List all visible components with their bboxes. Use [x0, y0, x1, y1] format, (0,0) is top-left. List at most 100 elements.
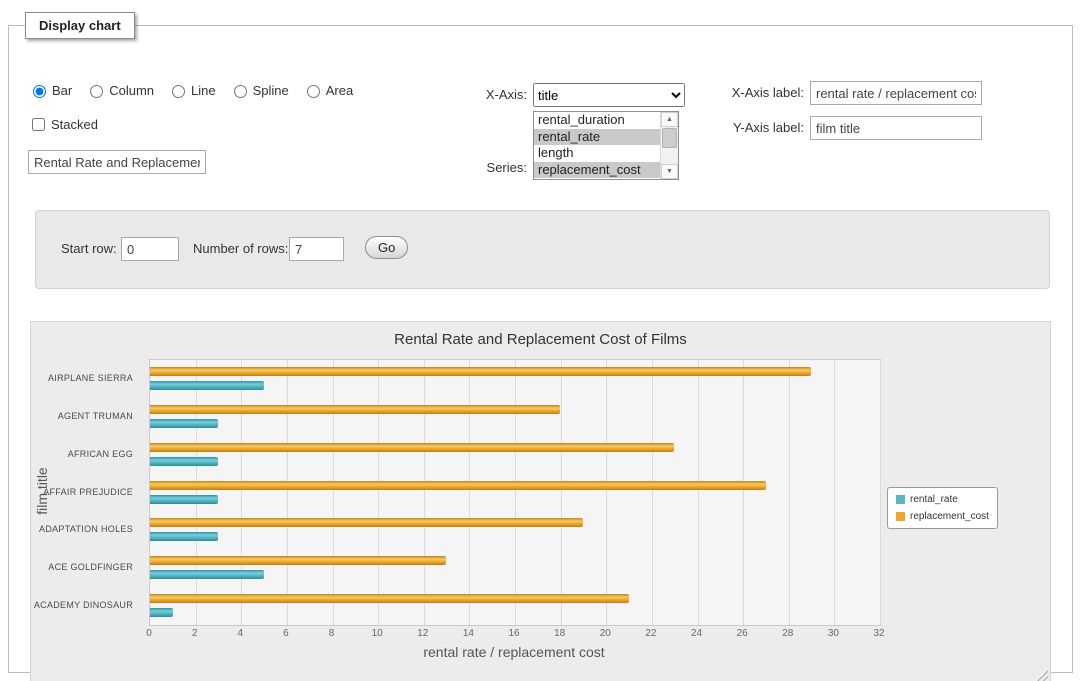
panel-legend: Display chart — [25, 12, 135, 39]
legend-item-rental_rate[interactable]: rental_rate — [896, 494, 989, 505]
stacked-label: Stacked — [51, 117, 98, 132]
chart-type-radio-column[interactable] — [90, 85, 103, 98]
scrollbar-thumb[interactable] — [662, 128, 677, 148]
x-axis-select[interactable]: title — [533, 83, 685, 107]
x-tick-label: 16 — [508, 628, 519, 639]
chart-type-label: Line — [191, 83, 216, 98]
gridline — [561, 360, 562, 625]
bar-replacement_cost[interactable] — [150, 556, 446, 565]
bar-rental_rate[interactable] — [150, 570, 264, 579]
category-label: AIRPLANE SIERRA — [31, 373, 133, 383]
x-tick-label: 28 — [782, 628, 793, 639]
chart-type-label: Area — [326, 83, 353, 98]
series-scrollbar[interactable]: ▲ ▼ — [660, 112, 678, 179]
x-tick-label: 18 — [554, 628, 565, 639]
x-tick-label: 32 — [873, 628, 884, 639]
gridline — [834, 360, 835, 625]
rows-panel: Start row: Number of rows: Go — [35, 210, 1050, 289]
chart-type-radio-line[interactable] — [172, 85, 185, 98]
legend-swatch — [896, 512, 905, 521]
bar-replacement_cost[interactable] — [150, 594, 629, 603]
x-axis-title: rental rate / replacement cost — [149, 644, 879, 660]
chart-type-group: Bar Column Line Spline Area — [28, 82, 353, 98]
chart-type-column[interactable]: Column — [85, 82, 154, 98]
x-axis-label-input[interactable] — [810, 81, 982, 105]
chart-title: Rental Rate and Replacement Cost of Film… — [31, 331, 1050, 348]
display-chart-panel: Display chart Bar Column Line Spline Area St… — [8, 12, 1073, 673]
series-label: Series: — [429, 156, 527, 180]
x-tick-label: 20 — [600, 628, 611, 639]
gridline — [196, 360, 197, 625]
bar-replacement_cost[interactable] — [150, 367, 811, 376]
bar-rental_rate[interactable] — [150, 381, 264, 390]
gridline — [378, 360, 379, 625]
chart-type-radio-area[interactable] — [307, 85, 320, 98]
x-tick-label: 24 — [691, 628, 702, 639]
legend-label: rental_rate — [910, 494, 958, 505]
chart-title-input[interactable] — [28, 150, 206, 174]
num-rows-input[interactable] — [289, 237, 344, 261]
bar-rental_rate[interactable] — [150, 608, 173, 617]
chart-type-area[interactable]: Area — [302, 82, 353, 98]
bar-replacement_cost[interactable] — [150, 405, 560, 414]
resize-handle-icon[interactable] — [1037, 670, 1048, 681]
legend-item-replacement_cost[interactable]: replacement_cost — [896, 511, 989, 522]
x-tick-labels: 02468101214161820222426283032 — [149, 625, 881, 641]
x-tick-label: 26 — [737, 628, 748, 639]
series-option-replacement_cost[interactable]: replacement_cost — [534, 162, 660, 179]
go-button[interactable]: Go — [365, 236, 408, 259]
start-row-label: Start row: — [61, 237, 117, 261]
chart-type-line[interactable]: Line — [167, 82, 216, 98]
gridline — [698, 360, 699, 625]
stacked-option[interactable]: Stacked — [28, 115, 98, 134]
series-option-rental_rate[interactable]: rental_rate — [534, 129, 660, 146]
x-tick-label: 14 — [463, 628, 474, 639]
plot-area — [149, 359, 881, 626]
gridline — [287, 360, 288, 625]
chart-container: Rental Rate and Replacement Cost of Film… — [30, 321, 1051, 681]
series-option-length[interactable]: length — [534, 145, 660, 162]
legend-label: replacement_cost — [910, 511, 989, 522]
category-label: AGENT TRUMAN — [31, 411, 133, 421]
series-listbox[interactable]: rental_durationrental_ratelengthreplacem… — [533, 111, 679, 180]
chart-type-label: Spline — [253, 83, 289, 98]
x-tick-label: 4 — [237, 628, 243, 639]
x-tick-label: 10 — [372, 628, 383, 639]
chart-type-bar[interactable]: Bar — [28, 82, 72, 98]
gridline — [469, 360, 470, 625]
bar-replacement_cost[interactable] — [150, 443, 674, 452]
series-option-rental_duration[interactable]: rental_duration — [534, 112, 660, 129]
x-tick-label: 0 — [146, 628, 152, 639]
scroll-down-icon[interactable]: ▼ — [661, 164, 678, 179]
y-axis-field-label: Y-Axis label: — [699, 116, 804, 140]
gridline — [333, 360, 334, 625]
category-label: AFFAIR PREJUDICE — [31, 487, 133, 497]
bar-replacement_cost[interactable] — [150, 518, 583, 527]
x-tick-label: 8 — [329, 628, 335, 639]
x-tick-label: 30 — [828, 628, 839, 639]
chart-type-label: Bar — [52, 83, 72, 98]
bar-rental_rate[interactable] — [150, 532, 218, 541]
chart-type-radio-bar[interactable] — [33, 85, 46, 98]
bar-rental_rate[interactable] — [150, 457, 218, 466]
chart-type-spline[interactable]: Spline — [229, 82, 289, 98]
x-tick-label: 12 — [417, 628, 428, 639]
bar-replacement_cost[interactable] — [150, 481, 766, 490]
bar-rental_rate[interactable] — [150, 495, 218, 504]
gridline — [515, 360, 516, 625]
x-axis-field-label: X-Axis label: — [699, 81, 804, 105]
stacked-checkbox[interactable] — [32, 118, 45, 131]
chart-type-label: Column — [109, 83, 154, 98]
x-tick-label: 22 — [645, 628, 656, 639]
category-labels: AIRPLANE SIERRAAGENT TRUMANAFRICAN EGGAF… — [31, 359, 141, 624]
chart-type-radio-spline[interactable] — [234, 85, 247, 98]
bar-rental_rate[interactable] — [150, 419, 218, 428]
gridline — [424, 360, 425, 625]
legend-swatch — [896, 495, 905, 504]
y-axis-label-input[interactable] — [810, 116, 982, 140]
gridline — [652, 360, 653, 625]
chart-legend: rental_rate replacement_cost — [887, 487, 998, 529]
scroll-up-icon[interactable]: ▲ — [661, 112, 678, 127]
start-row-input[interactable] — [121, 237, 179, 261]
x-tick-label: 6 — [283, 628, 289, 639]
